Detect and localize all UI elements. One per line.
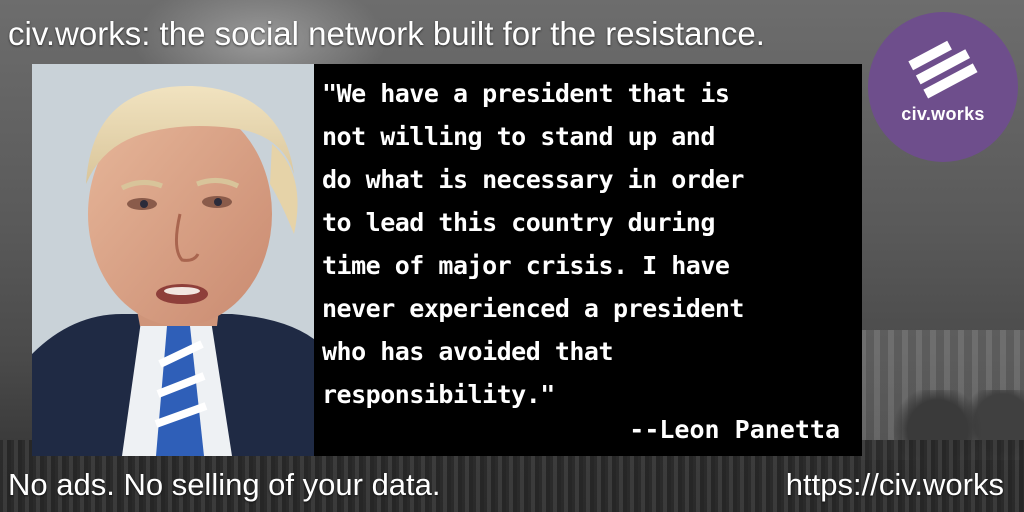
- quote-line: to lead this country during: [322, 208, 715, 237]
- quote-line: time of major crisis. I have: [322, 251, 730, 280]
- headline: civ.works: the social network built for …: [8, 15, 765, 52]
- footer-tagline: No ads. No selling of your data.: [8, 467, 441, 502]
- quote-line: who has avoided that: [322, 337, 614, 366]
- quote-box: "We have a president that is not willing…: [314, 64, 862, 456]
- civ-works-logo: civ.works: [868, 12, 1018, 162]
- quote-line: "We have a president that is: [322, 79, 730, 108]
- footer-url: https://civ.works: [785, 467, 1004, 502]
- quote-text: "We have a president that is not willing…: [322, 72, 850, 416]
- quote-attribution: --Leon Panetta: [629, 415, 840, 444]
- quote-line: do what is necessary in order: [322, 165, 745, 194]
- logo-text: civ.works: [901, 104, 985, 124]
- quote-line: never experienced a president: [322, 294, 745, 323]
- quote-line: not willing to stand up and: [322, 122, 715, 151]
- civ-works-logo-icon: [908, 40, 978, 99]
- portrait-photo: [32, 64, 320, 456]
